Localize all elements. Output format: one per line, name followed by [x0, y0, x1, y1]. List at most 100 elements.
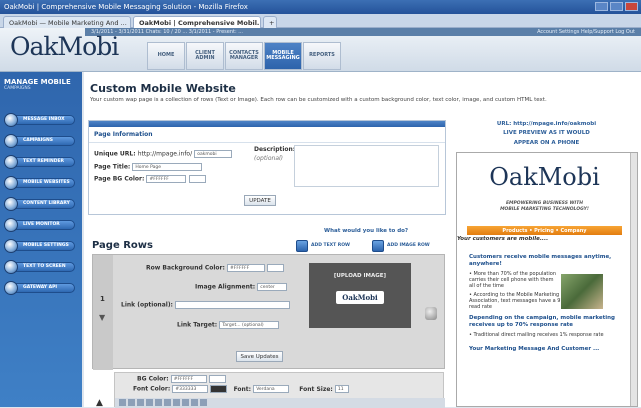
field-label: Image Alignment: [195, 283, 256, 291]
field-label: Link Target: [177, 321, 218, 329]
field-label: Unique URL: [94, 150, 136, 158]
text-row-editor: BG Color: #FFFFFF Font Color: #333333 Fo… [114, 372, 445, 408]
sidebar-item-mobile-settings[interactable]: MOBILE SETTINGS [4, 238, 78, 253]
page-title: Custom Mobile Website [90, 82, 236, 95]
sidebar-item-label: GATEWAY API [15, 282, 75, 293]
tagline-line: MOBILE MARKETING TECHNOLOGY! [500, 206, 589, 212]
inbox-icon [4, 112, 18, 127]
save-updates-button[interactable]: Save Updates [236, 351, 283, 362]
add-text-row-button[interactable]: ADD TEXT ROW [296, 238, 350, 253]
sidebar-item-label: TEXT REMINDER [15, 156, 75, 167]
font-color-row: Font Color: #333333 Font: Verdana Font S… [133, 385, 349, 393]
field-label: BG Color: [137, 375, 169, 383]
alignment-select[interactable]: center [257, 283, 288, 291]
align-right-icon[interactable] [164, 399, 171, 406]
text-bg-swatch[interactable] [208, 375, 226, 383]
font-color-swatch[interactable] [210, 385, 228, 393]
nav-mobile-messaging[interactable]: MOBILE MESSAGING [264, 42, 302, 70]
preview-heading: Customers receive mobile messages anytim… [469, 254, 612, 267]
sidebar-item-mobile-websites[interactable]: MOBILE WEBSITES [4, 175, 78, 190]
browser-tab-2[interactable]: OakMobi | Comprehensive Mobil...× [133, 16, 261, 28]
align-center-icon[interactable] [155, 399, 162, 406]
row-bg-swatch[interactable] [267, 264, 285, 272]
live-preview-header: URL: http://mpage.info/oakmobi LIVE PREV… [452, 120, 641, 148]
sidebar-item-live-monitor[interactable]: LIVE MONITOR [4, 217, 78, 232]
nav-contacts-manager[interactable]: CONTACTS MANAGER [225, 42, 263, 70]
upload-image-link[interactable]: [UPLOAD IMAGE] [309, 263, 411, 279]
description-hint: (optional) [254, 155, 283, 162]
italic-icon[interactable] [128, 399, 135, 406]
page-title-row: Page Title: Home Page [94, 163, 203, 171]
sidebar-heading: MANAGE MOBILE [4, 78, 71, 86]
preview-nav[interactable]: Products • Pricing • Company [467, 226, 622, 235]
close-icon[interactable] [625, 2, 638, 11]
sidebar-item-label: CONTENT LIBRARY [15, 198, 75, 209]
field-label: Page Title: [94, 163, 131, 171]
phone-preview: OakMobi EMPOWERING BUSINESS WITH MOBILE … [456, 152, 638, 407]
sidebar-subheading: CAMPAIGNS [4, 86, 31, 91]
page-title-input[interactable]: Home Page [132, 163, 203, 171]
trash-icon[interactable] [425, 307, 437, 320]
link-icon[interactable] [182, 399, 189, 406]
bg-swatch[interactable] [188, 175, 206, 183]
panel-title: Page Information [89, 127, 445, 143]
preview-heading: Depending on the campaign, mobile market… [469, 315, 615, 329]
link-target-select[interactable]: Target... (optional) [219, 321, 280, 329]
sidebar-item-text-reminder[interactable]: TEXT REMINDER [4, 154, 78, 169]
description-textarea[interactable] [294, 145, 439, 187]
link-row: Link (optional): [121, 301, 291, 309]
sidebar-item-campaigns[interactable]: CAMPAIGNS [4, 133, 78, 148]
status-strip: 3/1/2011 - 3/31/2011 Chats: 10 / 20 ... … [85, 28, 641, 36]
page-bg-row: Page BG Color: #FFFFFF [94, 175, 206, 183]
bold-icon[interactable] [119, 399, 126, 406]
row-bg-row: Row Background Color: #FFFFFF [146, 264, 285, 272]
list-icon[interactable] [173, 399, 180, 406]
maximize-icon[interactable] [610, 2, 623, 11]
sidebar-item-message-inbox[interactable]: MESSAGE INBOX [4, 112, 78, 127]
add-row-question: What would you like to do? [324, 228, 409, 234]
tab-label: OakMobi — Mobile Marketing And ... [9, 19, 127, 27]
preview-scrollbar[interactable] [630, 153, 637, 406]
underline-icon[interactable] [137, 399, 144, 406]
settings-icon [4, 238, 18, 253]
update-button[interactable]: UPDATE [244, 195, 276, 206]
nav-home[interactable]: HOME [147, 42, 185, 70]
image-preview[interactable]: [UPLOAD IMAGE] OakMobi [309, 263, 411, 328]
text-bg-row: BG Color: #FFFFFF [137, 375, 226, 383]
align-left-icon[interactable] [146, 399, 153, 406]
font-color-input[interactable]: #333333 [172, 385, 209, 393]
sidebar-item-gateway-api[interactable]: GATEWAY API [4, 280, 78, 295]
nav-client-admin[interactable]: CLIENT ADMIN [186, 42, 224, 70]
row-collapse-icon[interactable]: ▼ [99, 313, 105, 322]
sidebar-item-label: TEXT TO SCREEN [15, 261, 75, 272]
link-input[interactable] [175, 301, 291, 309]
font-size-select[interactable]: 11 [334, 385, 349, 393]
image-icon[interactable] [191, 399, 198, 406]
sidebar-item-content-library[interactable]: CONTENT LIBRARY [4, 196, 78, 211]
calendar-icon [4, 154, 18, 169]
api-icon [4, 280, 18, 295]
row-bg-input[interactable]: #FFFFFF [227, 264, 266, 272]
button-label: ADD IMAGE ROW [387, 243, 430, 248]
minimize-icon[interactable] [595, 2, 608, 11]
unique-url-row: Unique URL: http://mpage.info/ oakmobi [94, 150, 233, 158]
sidebar-item-text-to-screen[interactable]: TEXT TO SCREEN [4, 259, 78, 274]
sidebar-item-label: MOBILE WEBSITES [15, 177, 75, 188]
nav-reports[interactable]: REPORTS [303, 42, 341, 70]
page-rows-heading: Page Rows [92, 240, 153, 251]
oakmobi-logo[interactable]: OakMobi [10, 32, 119, 61]
tab-label: OakMobi | Comprehensive Mobil... [139, 19, 261, 27]
main-nav: HOME CLIENT ADMIN CONTACTS MANAGER MOBIL… [147, 42, 342, 70]
page-bg-input[interactable]: #FFFFFF [146, 175, 187, 183]
browser-tab-1[interactable]: OakMobi — Mobile Marketing And ... [3, 16, 131, 28]
preview-url[interactable]: URL: http://mpage.info/oakmobi [452, 120, 641, 129]
add-image-row-button[interactable]: ADD IMAGE ROW [372, 238, 430, 253]
preview-bullet: • Traditional direct mailing receives 1%… [469, 332, 604, 338]
account-links[interactable]: Account Settings Help/Support Log Out [537, 29, 635, 35]
campaign-icon [4, 133, 18, 148]
font-select[interactable]: Verdana [253, 385, 290, 393]
text-bg-input[interactable]: #FFFFFF [170, 375, 207, 383]
url-input[interactable]: oakmobi [194, 150, 233, 158]
new-tab-button[interactable]: + [263, 16, 277, 28]
source-icon[interactable] [200, 399, 207, 406]
